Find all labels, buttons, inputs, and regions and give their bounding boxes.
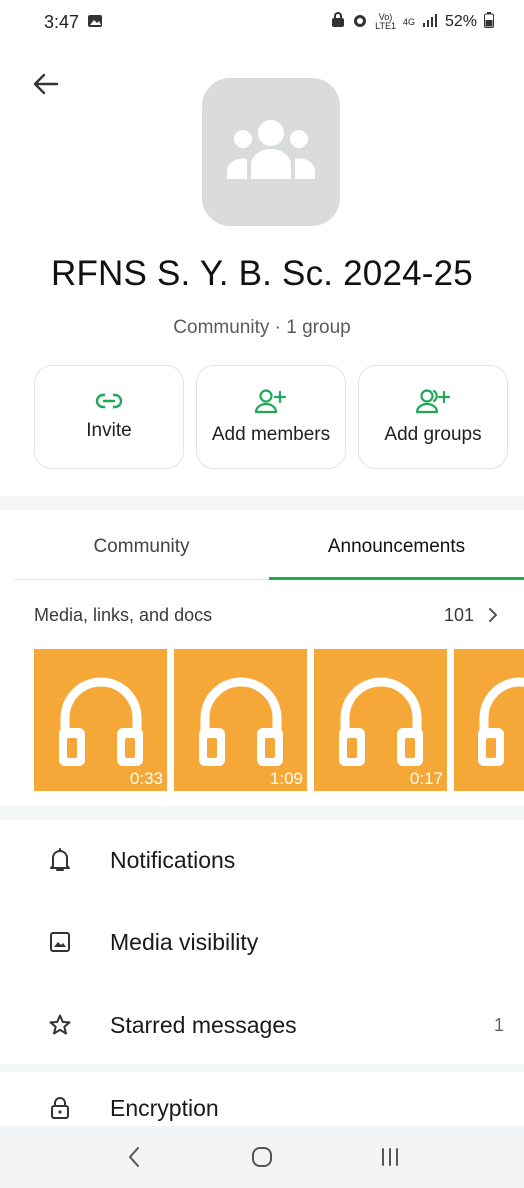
community-subtitle[interactable]: Community · 1 group — [0, 317, 524, 339]
signal-icon — [422, 13, 438, 32]
starred-messages-label: Starred messages — [110, 1011, 297, 1038]
nav-back-button[interactable] — [114, 1137, 154, 1177]
add-groups-label: Add groups — [384, 424, 482, 445]
media-count: 101 — [443, 604, 474, 625]
status-left: 3:47 — [44, 12, 103, 33]
notifications-row[interactable]: Notifications — [0, 830, 524, 890]
headphones-icon — [338, 677, 423, 766]
invite-button[interactable]: Invite — [34, 365, 184, 469]
audio-duration: 1:09 — [269, 769, 303, 788]
headphones-icon — [58, 677, 143, 766]
status-time: 3:47 — [44, 11, 80, 32]
audio-duration: 0:17 — [409, 769, 443, 788]
person-add-icon — [254, 389, 287, 414]
gallery-notification-icon — [87, 12, 103, 33]
starred-count: 1 — [493, 1014, 504, 1035]
arrow-left-icon — [33, 73, 59, 95]
community-tabs: Community Announcements — [14, 514, 524, 580]
status-right: Vo) LTE1 4G 52% — [331, 11, 494, 33]
action-cards: Invite Add members Add groups — [34, 365, 508, 469]
link-icon — [95, 393, 123, 409]
invite-label: Invite — [86, 420, 132, 441]
media-links-docs-row[interactable]: Media, links, and docs 101 — [34, 598, 498, 632]
encryption-label: Encryption — [110, 1094, 219, 1121]
bell-icon — [46, 846, 74, 874]
community-name: RFNS S. Y. B. Sc. 2024-25 — [51, 254, 473, 293]
section-divider — [0, 1064, 524, 1072]
audio-thumbnail[interactable] — [454, 649, 524, 791]
battery-percent: 52% — [444, 13, 477, 30]
community-avatar[interactable] — [202, 78, 340, 226]
community-people-icon — [227, 120, 315, 179]
network-type: 4G — [402, 16, 415, 27]
back-button[interactable] — [28, 66, 64, 102]
lock-icon — [46, 1094, 74, 1122]
lock-status-icon — [331, 11, 345, 33]
media-thumbnails: 0:33 1:09 0:17 — [34, 649, 524, 791]
nav-home-button[interactable] — [242, 1137, 282, 1177]
recents-icon — [382, 1148, 398, 1166]
add-members-button[interactable]: Add members — [196, 365, 346, 469]
media-title: Media, links, and docs — [34, 604, 213, 625]
volte-indicator: Vo) LTE1 — [375, 12, 396, 31]
chevron-right-icon — [489, 608, 497, 622]
headphones-icon — [198, 677, 283, 766]
notifications-label: Notifications — [110, 846, 236, 873]
section-divider — [0, 496, 524, 510]
media-count-group: 101 — [444, 605, 498, 626]
audio-thumbnail[interactable]: 0:17 — [314, 649, 447, 791]
nav-recents-button[interactable] — [370, 1137, 410, 1177]
image-icon — [46, 928, 74, 956]
headphones-icon — [478, 677, 524, 766]
audio-thumbnail[interactable]: 0:33 — [34, 649, 167, 791]
media-visibility-row[interactable]: Media visibility — [0, 912, 524, 972]
starred-messages-row[interactable]: Starred messages 1 — [0, 995, 524, 1055]
home-circle-icon — [252, 1147, 272, 1167]
add-groups-button[interactable]: Add groups — [358, 365, 508, 469]
alarm-icon — [352, 12, 368, 33]
star-icon — [46, 1011, 74, 1039]
add-members-label: Add members — [211, 424, 331, 445]
battery-icon — [484, 11, 494, 33]
chevron-left-icon — [129, 1147, 139, 1167]
audio-duration: 0:33 — [129, 769, 163, 788]
system-nav-bar — [0, 1126, 524, 1188]
audio-thumbnail[interactable]: 1:09 — [174, 649, 307, 791]
section-divider — [0, 806, 524, 820]
tab-community[interactable]: Community — [14, 514, 269, 579]
group-add-icon — [415, 389, 451, 414]
status-bar: 3:47 Vo) LTE1 4G 52% — [0, 0, 524, 44]
tab-announcements[interactable]: Announcements — [269, 514, 524, 580]
media-visibility-label: Media visibility — [110, 928, 259, 955]
